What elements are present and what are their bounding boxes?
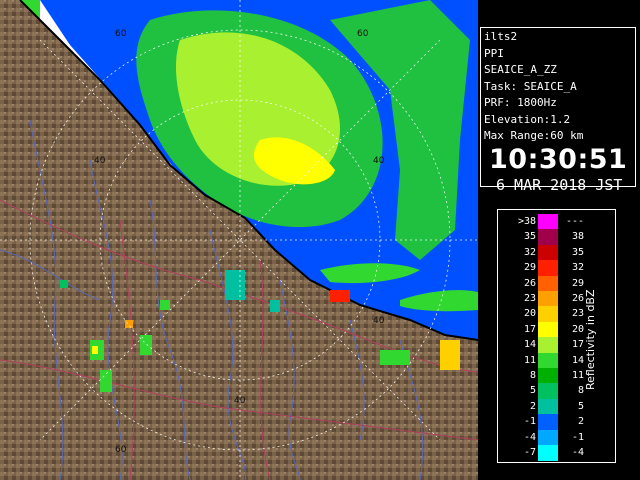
legend-row: 35 38 <box>498 229 615 246</box>
ring-label-60-ne: 60 <box>357 29 369 39</box>
reflectivity-legend: >38 --- 35 38 32 35 29 32 26 29 23 26 20 23 17 20 14 17 11… <box>497 209 616 463</box>
legend-color-swatch <box>538 214 558 230</box>
legend-max-label: 38 <box>571 231 584 243</box>
legend-row: -4 -1 <box>498 429 615 446</box>
legend-max-label: --- <box>565 216 584 227</box>
legend-min-label: 2 <box>529 400 536 412</box>
legend-title: Reflectivity in dBZ <box>584 289 597 391</box>
legend-color-swatch <box>538 352 558 369</box>
legend-max-label: 32 <box>571 262 584 274</box>
legend-row: >38 --- <box>498 214 615 230</box>
legend-max-label: -4 <box>571 447 584 458</box>
legend-max-label: 5 <box>577 400 584 412</box>
legend-max-label: -1 <box>571 431 584 443</box>
legend-max-label: 2 <box>577 416 584 428</box>
legend-max-label: 20 <box>571 323 584 335</box>
legend-min-label: 29 <box>523 262 536 274</box>
product-name: SEAICE_A_ZZ <box>484 63 557 76</box>
legend-max-label: 29 <box>571 277 584 289</box>
ring-label-60-sw: 60 <box>115 445 127 455</box>
legend-color-swatch <box>538 275 558 292</box>
legend-row: 32 35 <box>498 244 615 261</box>
legend-max-label: 14 <box>571 354 584 366</box>
legend-color-swatch <box>538 321 558 338</box>
legend-color-swatch <box>538 244 558 261</box>
legend-max-label: 23 <box>571 308 584 320</box>
scan-date: 6 MAR 2018 JST <box>496 175 623 194</box>
prf-value: PRF: 1800Hz <box>484 96 557 109</box>
legend-color-swatch <box>538 260 558 277</box>
legend-color-swatch <box>538 306 558 323</box>
legend-min-label: 14 <box>523 339 536 351</box>
max-range-value: Max Range:60 km <box>484 129 584 142</box>
elevation-value: Elevation:1.2 <box>484 112 571 126</box>
legend-min-label: 11 <box>523 354 536 366</box>
legend-max-label: 35 <box>571 246 584 258</box>
legend-min-label: -7 <box>523 447 536 458</box>
legend-min-label: >38 <box>517 216 536 227</box>
legend-max-label: 11 <box>571 370 584 381</box>
ring-label-60-nw: 60 <box>115 29 127 39</box>
legend-color-swatch <box>538 429 558 446</box>
ring-label-40-w: 40 <box>94 156 106 166</box>
legend-color-swatch <box>538 445 558 461</box>
legend-min-label: -4 <box>523 431 536 443</box>
legend-min-label: 5 <box>529 385 536 397</box>
legend-max-label: 17 <box>571 339 584 351</box>
radar-map-svg: 60 60 40 40 40 40 60 <box>0 0 478 480</box>
legend-row: -1 2 <box>498 414 615 431</box>
legend-color-swatch <box>538 383 558 400</box>
task-name: Task: SEAICE_A <box>484 79 577 93</box>
radar-ppi-map: 60 60 40 40 40 40 60 <box>0 0 478 480</box>
station-name: ilts2 <box>484 30 518 43</box>
legend-min-label: 8 <box>529 370 536 381</box>
legend-max-label: 8 <box>577 385 584 397</box>
scan-mode: PPI <box>484 46 504 60</box>
legend-min-label: 35 <box>523 231 536 243</box>
legend-min-label: 26 <box>523 277 536 289</box>
ring-label-40-e: 40 <box>373 156 385 166</box>
legend-color-swatch <box>538 414 558 431</box>
legend-color-swatch <box>538 229 558 246</box>
legend-color-swatch <box>538 398 558 415</box>
legend-min-label: 20 <box>523 308 536 320</box>
legend-color-swatch <box>538 291 558 307</box>
scan-time: 10:30:51 <box>489 143 628 175</box>
legend-color-swatch <box>538 337 558 354</box>
ring-label-40-s: 40 <box>234 396 246 406</box>
legend-color-swatch <box>538 368 558 384</box>
legend-min-label: 32 <box>523 246 536 258</box>
radar-info-panel: ilts2 PPI SEAICE_A_ZZ Task: SEAICE_A PRF… <box>480 27 636 194</box>
legend-min-label: -1 <box>523 416 536 428</box>
legend-min-label: 17 <box>523 323 536 335</box>
legend-row: -7 -4 <box>498 445 615 461</box>
ring-label-40-se: 40 <box>373 316 385 326</box>
legend-min-label: 23 <box>523 293 536 304</box>
legend-max-label: 26 <box>571 293 584 304</box>
